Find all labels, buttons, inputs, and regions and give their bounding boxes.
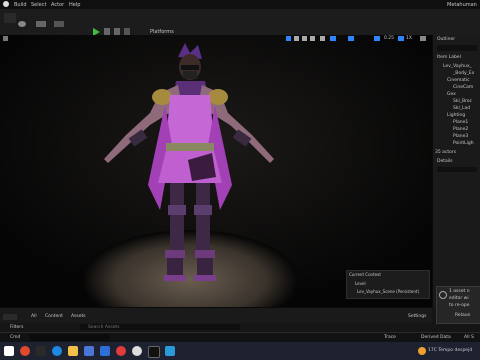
outliner-row[interactable]: Gex — [447, 92, 456, 97]
select-mode-icon[interactable] — [286, 36, 291, 41]
chrome-icon[interactable] — [132, 346, 142, 356]
title-bar: Build Select Actor Help Metahuman — [0, 0, 480, 9]
info-icon — [439, 291, 447, 299]
breadcrumb-all[interactable]: All — [31, 314, 37, 319]
details-title: Details — [437, 159, 453, 164]
unreal-logo-icon — [3, 1, 9, 7]
context-value[interactable]: Lev_Vayhux_Scene (Persistent) — [357, 289, 419, 294]
mail-icon[interactable] — [100, 346, 110, 356]
outliner-search[interactable] — [437, 45, 477, 51]
task-view-icon[interactable] — [36, 346, 46, 356]
outliner-row[interactable]: Skl_Broc — [453, 99, 472, 104]
windows-taskbar: 17C Tempo despejd — [0, 342, 480, 360]
breadcrumb-content[interactable]: Content — [45, 314, 63, 319]
context-title: Current Context — [349, 272, 381, 277]
outliner-row[interactable]: Lev_Vayhux_ — [443, 64, 472, 69]
project-name: Metahuman — [447, 2, 477, 8]
context-section: Level — [355, 281, 366, 286]
breadcrumb-assets[interactable]: Assets — [71, 314, 86, 319]
asset-search-placeholder: Search Assets — [88, 325, 120, 330]
layout-icon[interactable] — [420, 36, 426, 41]
grid-snap-icon[interactable] — [330, 36, 336, 41]
menu-select[interactable]: Select — [31, 2, 46, 8]
outliner-row[interactable]: Skl_Lad — [453, 106, 470, 111]
add-button[interactable] — [3, 314, 17, 320]
edge-icon[interactable] — [52, 346, 62, 356]
scale-snap-value[interactable]: 0.25 — [384, 36, 394, 41]
cmd-label[interactable]: Cmd — [10, 335, 20, 340]
add-actor-icon[interactable] — [36, 21, 46, 27]
trace-button[interactable]: Trace — [384, 335, 396, 340]
menu-build[interactable]: Build — [14, 2, 27, 8]
outliner-column-label: Item Label — [437, 55, 461, 60]
save-icon[interactable] — [4, 13, 16, 23]
viewport-menu-icon[interactable] — [3, 36, 8, 41]
options-icon[interactable] — [124, 28, 130, 35]
toast-line: to re-ope — [449, 303, 470, 308]
derived-data-button[interactable]: Derived Data — [421, 335, 451, 340]
settings-button[interactable]: Settings — [408, 314, 426, 319]
world-local-icon[interactable] — [320, 36, 325, 41]
outliner-title: Outliner — [437, 37, 456, 42]
outliner-row[interactable]: Plane1 — [453, 120, 468, 125]
current-context-popup: Current Context Level Lev_Vayhux_Scene (… — [346, 270, 430, 299]
outliner-row[interactable]: Lighting — [447, 113, 465, 118]
weather-text[interactable]: 17C Tempo despejd — [428, 348, 472, 353]
camera-speed-icon[interactable] — [398, 36, 404, 41]
weather-icon — [418, 347, 426, 355]
filters-button[interactable]: Filters — [10, 325, 24, 330]
blueprint-icon[interactable] — [54, 21, 64, 27]
outliner-row[interactable]: Plane2 — [453, 127, 468, 132]
outliner-row[interactable]: CineCam — [453, 85, 473, 90]
details-panel: Details — [432, 157, 480, 307]
toast-line: editor wi — [449, 296, 469, 301]
windows-start-icon[interactable] — [4, 346, 14, 356]
main-toolbar: Platforms — [0, 9, 480, 36]
relaunch-button[interactable]: Relaun — [455, 313, 470, 318]
app-red-icon[interactable] — [20, 346, 30, 356]
notification-toast: 1 asset n editor wi to re-ope Relaun — [436, 286, 480, 324]
details-search[interactable] — [437, 167, 477, 172]
viewport-scene — [0, 35, 432, 307]
mode-select-icon[interactable] — [18, 21, 26, 27]
filters-row: Filters Search Assets — [0, 323, 432, 332]
outliner-row[interactable]: PointLigh — [453, 141, 474, 146]
camera-speed-value[interactable]: 1X — [406, 36, 412, 41]
content-browser-bar: All Content Assets Settings — [0, 307, 432, 324]
stop-icon[interactable] — [114, 28, 120, 35]
outliner-row[interactable]: _Body_Ex — [453, 71, 474, 76]
scale-icon[interactable] — [310, 36, 315, 41]
step-icon[interactable] — [104, 28, 110, 35]
outliner-row[interactable]: Cinematic — [447, 78, 470, 83]
move-icon[interactable] — [294, 36, 299, 41]
outliner-panel: Outliner Item Label Lev_Vayhux_ _Body_Ex… — [432, 35, 480, 157]
app-blue-icon[interactable] — [165, 346, 175, 356]
outliner-row[interactable]: Plane3 — [453, 134, 468, 139]
viewport-toolbar: 0.25 1X — [0, 35, 432, 44]
actor-count: 35 actors — [435, 150, 457, 155]
opera-icon[interactable] — [116, 346, 126, 356]
menu-actor[interactable]: Actor — [51, 2, 64, 8]
scale-snap-icon[interactable] — [374, 36, 380, 41]
file-explorer-icon[interactable] — [68, 346, 78, 356]
level-viewport[interactable] — [0, 35, 432, 307]
rotate-icon[interactable] — [302, 36, 307, 41]
menu-help[interactable]: Help — [69, 2, 80, 8]
rotation-snap-icon[interactable] — [348, 36, 354, 41]
store-icon[interactable] — [84, 346, 94, 356]
toast-line: 1 asset n — [449, 289, 470, 294]
console-input[interactable] — [30, 334, 110, 341]
unreal-taskbar-icon[interactable] — [148, 346, 160, 358]
all-saved-button[interactable]: All S — [464, 335, 474, 340]
